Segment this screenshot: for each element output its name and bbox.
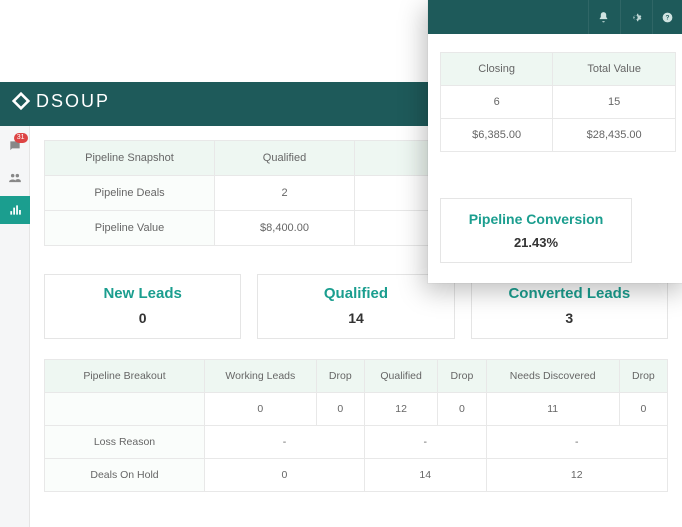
cell: $28,435.00	[553, 119, 676, 152]
brand-logo: DSOUP	[10, 90, 110, 112]
help-icon: ?	[661, 11, 674, 24]
cell: -	[486, 426, 667, 459]
cell: $8,400.00	[215, 211, 355, 246]
col-header: Pipeline Snapshot	[45, 141, 215, 176]
sidebar-item-people[interactable]	[0, 164, 30, 192]
col-header: Drop	[619, 360, 667, 393]
bar-chart-icon	[8, 203, 22, 217]
col-header: Total Value	[553, 53, 676, 86]
summary-cards: New Leads 0 Qualified 14 Converted Leads…	[44, 274, 668, 339]
overlay-table: Closing Total Value 6 15 $6,385.00 $28,4…	[440, 52, 676, 152]
card-title: New Leads	[53, 285, 232, 302]
card-title: Qualified	[266, 285, 445, 302]
col-header: Drop	[316, 360, 364, 393]
brand-name: DSOUP	[36, 91, 110, 112]
cell: 11	[486, 393, 619, 426]
bell-icon	[597, 11, 610, 24]
cell: 0	[205, 393, 317, 426]
row-label	[45, 393, 205, 426]
card-qualified: Qualified 14	[257, 274, 454, 339]
sidebar-item-analytics[interactable]	[0, 196, 30, 224]
cell: -	[364, 426, 486, 459]
overlay-topbar: ?	[428, 0, 682, 34]
pipeline-conversion-card: Pipeline Conversion 21.43%	[440, 198, 632, 263]
people-icon	[8, 171, 22, 185]
cell: -	[205, 426, 365, 459]
table-row: 0 0 12 0 11 0	[45, 393, 668, 426]
col-header: Closing	[441, 53, 553, 86]
sidebar: 31	[0, 126, 30, 527]
gear-icon	[629, 11, 642, 24]
col-header: Qualified	[364, 360, 437, 393]
overlay-panel: ? Closing Total Value 6 15 $6,385.00 $28…	[428, 0, 682, 283]
col-header: Qualified	[215, 141, 355, 176]
table-row: Deals On Hold 0 14 12	[45, 459, 668, 492]
sidebar-item-chat[interactable]: 31	[0, 132, 30, 160]
cell: 14	[364, 459, 486, 492]
notifications-button[interactable]	[588, 0, 618, 34]
cell: 0	[438, 393, 486, 426]
card-value: 3	[480, 310, 659, 326]
row-label: Pipeline Value	[45, 211, 215, 246]
row-label: Pipeline Deals	[45, 176, 215, 211]
col-header: Needs Discovered	[486, 360, 619, 393]
cell: 0	[619, 393, 667, 426]
cell: 2	[215, 176, 355, 211]
card-title: Converted Leads	[480, 285, 659, 302]
cell: 0	[316, 393, 364, 426]
brand-logo-icon	[10, 90, 32, 112]
pipeline-breakout-table: Pipeline Breakout Working Leads Drop Qua…	[44, 359, 668, 492]
settings-button[interactable]	[620, 0, 650, 34]
cell: $6,385.00	[441, 119, 553, 152]
help-button[interactable]: ?	[652, 0, 682, 34]
cell: 15	[553, 86, 676, 119]
card-title: Pipeline Conversion	[453, 211, 619, 227]
card-value: 14	[266, 310, 445, 326]
cell: 12	[364, 393, 437, 426]
svg-text:?: ?	[666, 14, 670, 21]
table-row: Loss Reason - - -	[45, 426, 668, 459]
row-label: Loss Reason	[45, 426, 205, 459]
row-label: Deals On Hold	[45, 459, 205, 492]
card-converted-leads: Converted Leads 3	[471, 274, 668, 339]
table-row: 6 15	[441, 86, 676, 119]
table-row: $6,385.00 $28,435.00	[441, 119, 676, 152]
cell: 12	[486, 459, 667, 492]
cell: 0	[205, 459, 365, 492]
overlay-body: Closing Total Value 6 15 $6,385.00 $28,4…	[428, 34, 682, 283]
card-new-leads: New Leads 0	[44, 274, 241, 339]
sidebar-badge: 31	[14, 133, 28, 143]
cell: 6	[441, 86, 553, 119]
card-value: 0	[53, 310, 232, 326]
col-header: Drop	[438, 360, 486, 393]
card-value: 21.43%	[453, 235, 619, 250]
col-header: Working Leads	[205, 360, 317, 393]
col-header: Pipeline Breakout	[45, 360, 205, 393]
